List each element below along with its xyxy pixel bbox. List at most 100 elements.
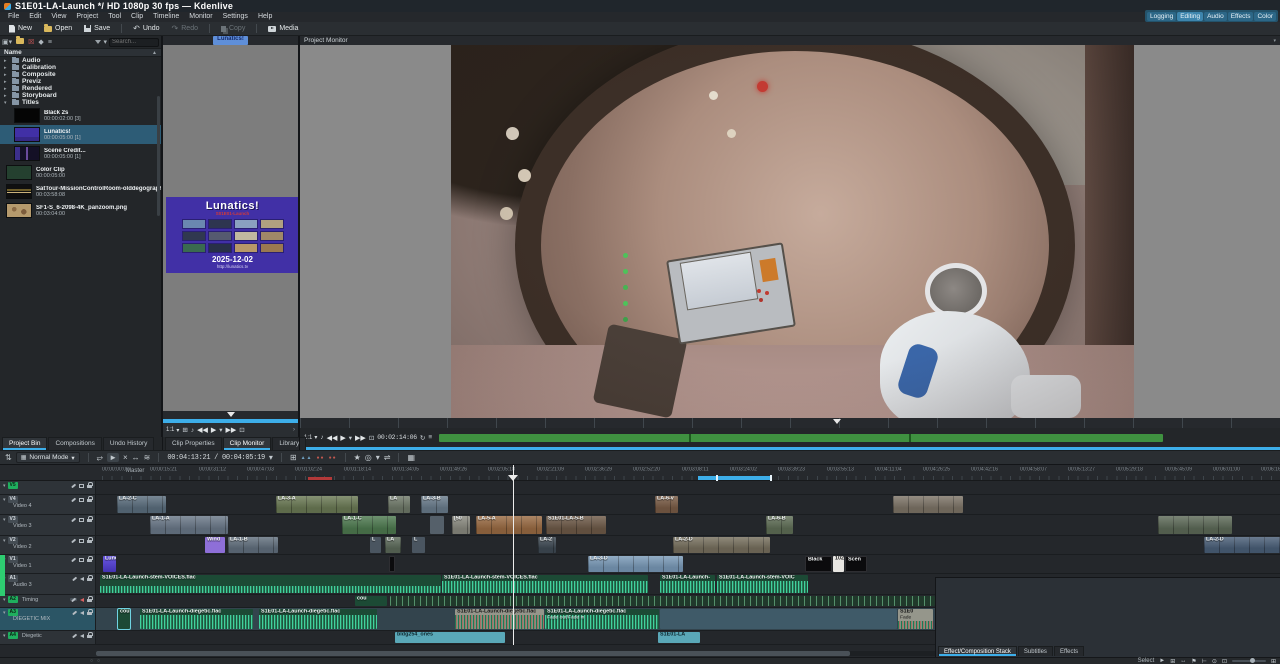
track-name[interactable]: Video 1 — [13, 563, 93, 569]
expander-icon[interactable]: ▸ — [4, 93, 9, 99]
media-button[interactable]: Media — [263, 24, 303, 33]
lock-track-icon[interactable] — [87, 485, 92, 489]
bin-scrollbar[interactable] — [157, 96, 160, 216]
search-input[interactable] — [109, 38, 159, 47]
tab-clip-properties[interactable]: Clip Properties — [165, 437, 222, 450]
timeline-clip-scen[interactable]: Scen — [845, 556, 867, 572]
monitor-timecode[interactable]: 00:02:14:06 — [377, 434, 417, 441]
bin-folder-calibration[interactable]: ▸Calibration — [0, 64, 161, 71]
track-tool-icon[interactable]: ⥂ — [97, 453, 103, 463]
razor-tool-icon[interactable]: × — [123, 453, 128, 462]
timeline-clip-la[interactable]: LA — [388, 496, 410, 513]
timeline-clip[interactable] — [660, 609, 897, 629]
resize-status-icon[interactable]: ↔ — [1180, 658, 1186, 664]
new-button[interactable]: New — [4, 24, 37, 34]
track-name[interactable]: Video 4 — [13, 503, 93, 509]
mute-track-icon[interactable] — [80, 577, 84, 581]
mute-track-icon[interactable] — [80, 598, 84, 602]
track-lane-v5[interactable] — [96, 481, 1280, 494]
menu-icon[interactable]: ≡ — [428, 434, 432, 441]
timeline-clip-la-5-a[interactable]: LA-5-A — [476, 516, 542, 534]
timeline-clip-la-2[interactable]: LA-2 — [538, 537, 556, 553]
play-icon[interactable]: ▶ — [340, 434, 345, 442]
tab-project-bin[interactable]: Project Bin — [2, 437, 47, 450]
timeline-clip-cou[interactable]: cou — [118, 609, 130, 629]
timeline-clip-s1e01-la-launch-stem-voices-flac[interactable]: S1E01-LA-Launch-stem-VOICES.flac — [100, 575, 441, 593]
bin-folder-composite[interactable]: ▸Composite — [0, 71, 161, 78]
tab-compositions[interactable]: Compositions — [48, 437, 101, 450]
timeline-clip-la[interactable]: LA — [385, 537, 401, 553]
lock-track-icon[interactable] — [87, 578, 92, 582]
expander-icon[interactable]: ▸ — [4, 79, 9, 85]
skip-forward-icon[interactable]: ▶▶ — [355, 434, 366, 442]
lock-track-icon[interactable] — [87, 559, 92, 563]
mute-track-icon[interactable] — [80, 634, 84, 638]
timeline-clip-s1e01-la-launch-stem-voic[interactable]: S1E01-LA-Launch-stem-VOIC — [717, 575, 808, 593]
project-monitor-viewport[interactable] — [300, 45, 1280, 418]
select-tool-icon[interactable]: ► — [107, 453, 119, 462]
copy-button[interactable]: Copy — [216, 24, 250, 33]
edge-snap-icon[interactable]: ⊢ — [1202, 658, 1207, 664]
slip-tool-icon[interactable]: ≋ — [144, 453, 151, 462]
delete-icon[interactable]: ☒ — [28, 38, 34, 46]
timeline-clip-black[interactable]: Black — [805, 556, 832, 572]
record-dropdown-icon[interactable]: ▾ — [376, 453, 380, 462]
menu-clip[interactable]: Clip — [126, 12, 148, 22]
menu-settings[interactable]: Settings — [218, 12, 253, 22]
timeline-clip[interactable] — [893, 496, 963, 513]
bin-clip-row[interactable]: SF1-S_6-2098-4K_panzoom.png00:03:04:00 — [0, 201, 161, 220]
bin-folder-previz[interactable]: ▸Previz — [0, 78, 161, 85]
bin-clip-row[interactable]: Color Clip00:00:05:00 — [0, 163, 161, 182]
bin-clip-row[interactable]: SatTour-MissionControlRoom-olddegograph.… — [0, 182, 161, 201]
workspace-logging[interactable]: Logging — [1147, 12, 1176, 21]
collapse-icon[interactable]: ▾ — [3, 633, 6, 639]
track-target-badge[interactable]: A4 — [8, 632, 18, 639]
clip-monitor-seekbar[interactable] — [163, 411, 298, 419]
edit-track-icon[interactable] — [71, 483, 76, 487]
thumbnails-icon[interactable]: ▲▲ — [301, 455, 313, 461]
track-header-v1[interactable]: ▾V1Video 1 — [0, 555, 96, 573]
edit-track-icon[interactable] — [71, 497, 76, 501]
audio-icon[interactable]: ♪ — [320, 434, 323, 441]
skip-back-icon[interactable]: ◀◀ — [327, 434, 338, 442]
timeline-zoom-slider[interactable] — [1232, 660, 1266, 662]
play-icon[interactable]: ▶ — [211, 426, 216, 434]
timeline-clip-la-6-b[interactable]: LA-6-B — [766, 516, 793, 534]
bin-folder-storyboard[interactable]: ▸Storyboard — [0, 92, 161, 99]
bin-folder-rendered[interactable]: ▸Rendered — [0, 85, 161, 92]
mix-icon[interactable]: ⊞ — [290, 453, 297, 462]
collapse-icon[interactable]: ▾ — [3, 517, 6, 523]
timeline-clip-la-3-b[interactable]: LA-3-B — [421, 496, 448, 513]
track-lane-v2[interactable]: WindLA-1-BLLALLA-2LA-2-DLA-2-D — [96, 536, 1280, 554]
hide-track-icon[interactable] — [79, 484, 84, 488]
workspace-effects[interactable]: Effects — [1228, 12, 1254, 21]
play-dropdown-icon[interactable]: ▾ — [219, 426, 222, 434]
tab-library[interactable]: Library — [272, 437, 306, 450]
timeline-timecode[interactable]: 00:04:13:21 / 00:04:05:19 — [167, 454, 265, 462]
tag-icon[interactable]: ◆ — [38, 38, 43, 46]
record-icon[interactable]: ◎ — [365, 453, 372, 462]
edit-track-icon[interactable] — [71, 597, 76, 601]
track-target-badge[interactable]: V2 — [8, 537, 18, 544]
track-header-v2[interactable]: ▾V2Video 2 — [0, 536, 96, 554]
project-monitor-playhead-marker[interactable] — [833, 419, 841, 424]
timeline-horizontal-scrollbar[interactable] — [96, 651, 935, 656]
collapse-icon[interactable]: ▾ — [3, 597, 6, 603]
expander-icon[interactable]: ▸ — [4, 65, 9, 71]
select-tool-status-icon[interactable]: ► — [1159, 658, 1165, 664]
fit-zoom-icon[interactable]: ⊡ — [1222, 658, 1227, 664]
timeline-clip-s1e0[interactable]: S1E0Fade — [898, 609, 933, 629]
track-target-badge[interactable]: V3 — [8, 516, 18, 523]
track-header-a1[interactable]: ▾A1Audio 3 — [0, 574, 96, 594]
monitor-zoom-select[interactable]: 1:1▾ — [166, 427, 179, 434]
skip-forward-icon[interactable]: ▶▶ — [226, 426, 237, 434]
guides-icon[interactable]: ⊞ — [182, 426, 187, 434]
timeline-clip-s1e01-la-launch-[interactable]: S1E01-LA-Launch- — [660, 575, 715, 593]
track-header-a3[interactable]: ▾A3DIEGETIC MIX — [0, 608, 96, 630]
collapse-icon[interactable]: ▾ — [3, 497, 6, 503]
view-list-icon[interactable]: ≡ — [48, 39, 52, 46]
lock-track-icon[interactable] — [87, 599, 92, 603]
lock-track-icon[interactable] — [87, 519, 92, 523]
collapse-icon[interactable]: ▾ — [3, 610, 6, 616]
collapse-icon[interactable]: ▾ — [3, 483, 6, 489]
